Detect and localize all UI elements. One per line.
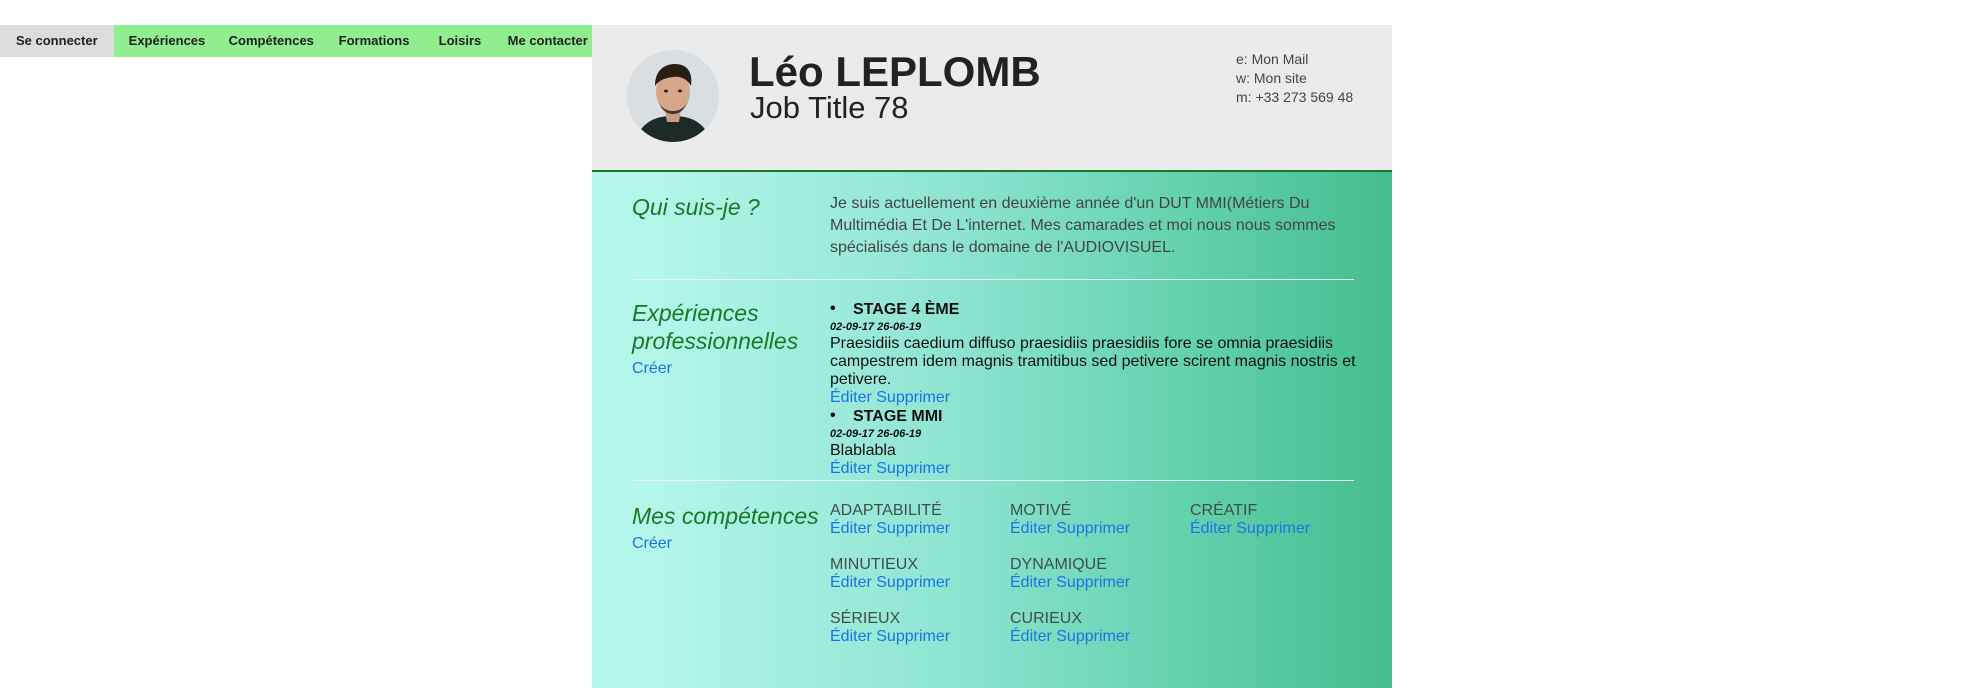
skill-name: MOTIVÉ xyxy=(1010,502,1072,519)
edit-link[interactable]: Éditer xyxy=(830,389,872,406)
bullet-icon: • xyxy=(830,300,836,317)
edit-link[interactable]: Éditer xyxy=(1190,520,1232,537)
skill-actions: Éditer Supprimer xyxy=(830,520,1010,538)
experience-dates: 02-09-17 26-06-19 xyxy=(830,428,922,440)
edit-link[interactable]: Éditer xyxy=(1010,520,1052,537)
cv-body: Qui suis-je ? Je suis actuellement en de… xyxy=(592,172,1392,688)
skill-item: ADAPTABILITÉ Éditer Supprimer xyxy=(830,502,1010,538)
list-item: • STAGE MMI 02-09-17 26-06-19 Blablabla É… xyxy=(830,407,1360,478)
contact-site: w: Mon site xyxy=(1236,70,1307,86)
contact-phone: m: +33 273 569 48 xyxy=(1236,89,1354,105)
edit-link[interactable]: Éditer xyxy=(1010,628,1052,645)
nav-contact[interactable]: Me contacter xyxy=(493,25,600,57)
edit-link[interactable]: Éditer xyxy=(830,574,872,591)
delete-link[interactable]: Supprimer xyxy=(1236,520,1310,537)
nav-login[interactable]: Se connecter xyxy=(0,25,114,57)
top-nav: Se connecter Expériences Compétences For… xyxy=(0,25,600,57)
skill-actions: Éditer Supprimer xyxy=(830,628,1010,646)
cv-card: Léo LEPLOMB Job Title 78 e: Mon Mail w: … xyxy=(592,25,1392,688)
list-item: • STAGE 4 ÈME 02-09-17 26-06-19 Praesidii… xyxy=(830,300,1360,407)
avatar xyxy=(627,50,719,142)
skill-name: CRÉATIF xyxy=(1190,502,1258,519)
delete-link[interactable]: Supprimer xyxy=(876,628,950,645)
skill-item: MINUTIEUX Éditer Supprimer xyxy=(830,556,1010,592)
skill-actions: Éditer Supprimer xyxy=(1010,574,1190,592)
experiences-title-text: Expériences professionnelles xyxy=(632,300,799,354)
contact-mail: e: Mon Mail xyxy=(1236,51,1309,67)
skill-name: MINUTIEUX xyxy=(830,556,918,573)
experience-title: • STAGE MMI xyxy=(830,407,943,425)
edit-link[interactable]: Éditer xyxy=(830,520,872,537)
skill-item: CRÉATIF Éditer Supprimer xyxy=(1190,502,1370,538)
skill-actions: Éditer Supprimer xyxy=(830,574,1010,592)
edit-link[interactable]: Éditer xyxy=(830,628,872,645)
job-title: Job Title 78 xyxy=(750,90,909,125)
experience-title: • STAGE 4 ÈME xyxy=(830,300,960,318)
experience-actions: Éditer Supprimer xyxy=(830,460,1360,478)
delete-link[interactable]: Supprimer xyxy=(876,574,950,591)
experience-description: Praesidiis caedium diffuso praesidiis pr… xyxy=(830,335,1356,388)
about-title: Qui suis-je ? xyxy=(632,194,760,220)
experience-dates: 02-09-17 26-06-19 xyxy=(830,321,922,333)
nav-loisirs[interactable]: Loisirs xyxy=(423,25,494,57)
profile-photo xyxy=(627,50,719,142)
edit-link[interactable]: Éditer xyxy=(1010,574,1052,591)
delete-link[interactable]: Supprimer xyxy=(876,520,950,537)
skill-actions: Éditer Supprimer xyxy=(1010,520,1190,538)
skill-name: DYNAMIQUE xyxy=(1010,556,1107,573)
nav-experiences[interactable]: Expériences xyxy=(113,25,214,57)
section-divider xyxy=(632,480,1354,481)
edit-link[interactable]: Éditer xyxy=(830,460,872,477)
delete-link[interactable]: Supprimer xyxy=(876,460,950,477)
nav-formations[interactable]: Formations xyxy=(323,25,424,57)
cv-header: Léo LEPLOMB Job Title 78 e: Mon Mail w: … xyxy=(592,25,1392,172)
experiences-title: Expériences professionnelles Créer xyxy=(632,299,822,383)
delete-link[interactable]: Supprimer xyxy=(1056,574,1130,591)
delete-link[interactable]: Supprimer xyxy=(1056,628,1130,645)
delete-link[interactable]: Supprimer xyxy=(876,389,950,406)
skill-actions: Éditer Supprimer xyxy=(1190,520,1370,538)
skill-item: DYNAMIQUE Éditer Supprimer xyxy=(1010,556,1190,592)
experience-actions: Éditer Supprimer xyxy=(830,389,1360,407)
skills-create-link[interactable]: Créer xyxy=(632,530,822,558)
about-text: Je suis actuellement en deuxième année d… xyxy=(830,195,1336,256)
skill-actions: Éditer Supprimer xyxy=(1010,628,1190,646)
delete-link[interactable]: Supprimer xyxy=(1056,520,1130,537)
skill-item: CURIEUX Éditer Supprimer xyxy=(1010,610,1190,646)
skill-item: MOTIVÉ Éditer Supprimer xyxy=(1010,502,1190,538)
skills-title-text: Mes compétences xyxy=(632,503,819,529)
person-name: Léo LEPLOMB xyxy=(749,48,1041,95)
nav-competences[interactable]: Compétences xyxy=(213,25,324,57)
bullet-icon: • xyxy=(830,407,836,424)
contact-info: e: Mon Mail w: Mon site m: +33 273 569 4… xyxy=(1236,50,1353,107)
skill-name: ADAPTABILITÉ xyxy=(830,502,942,519)
experience-description: Blablabla xyxy=(830,442,896,459)
section-divider xyxy=(632,279,1354,280)
experiences-list: • STAGE 4 ÈME 02-09-17 26-06-19 Praesidii… xyxy=(830,300,1360,478)
skill-item: SÉRIEUX Éditer Supprimer xyxy=(830,610,1010,646)
skill-name: SÉRIEUX xyxy=(830,610,901,627)
experiences-create-link[interactable]: Créer xyxy=(632,355,822,383)
skills-title: Mes compétences Créer xyxy=(632,502,822,558)
skill-name: CURIEUX xyxy=(1010,610,1083,627)
